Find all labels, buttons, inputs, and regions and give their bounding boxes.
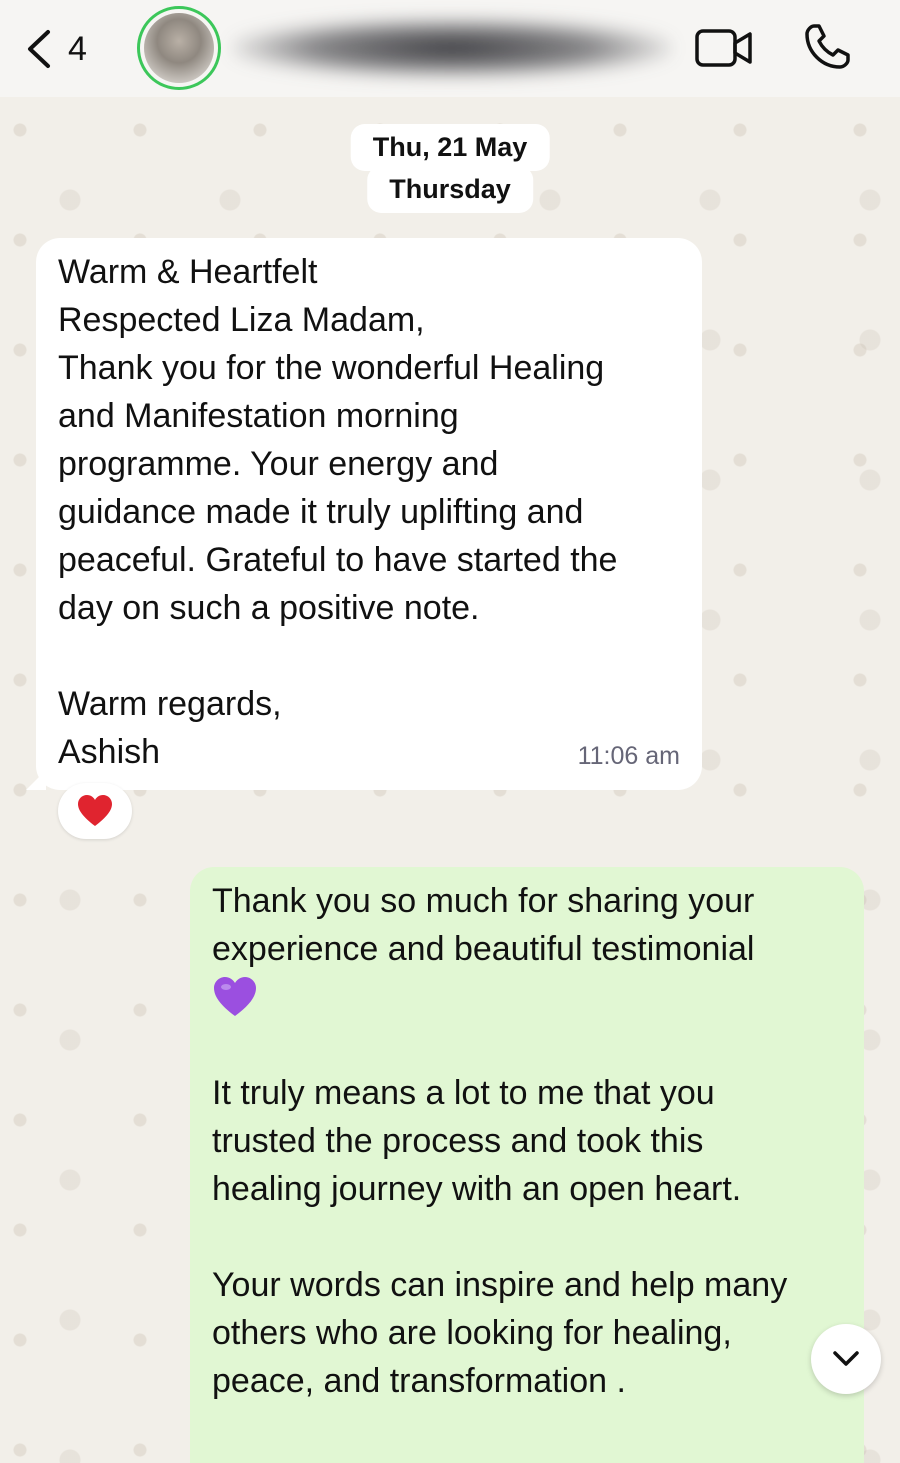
message-line: Thank you for the wonderful Healing (58, 349, 605, 387)
message-line: and Manifestation morning (58, 397, 459, 435)
message-line: Your words can inspire and help many (212, 1266, 788, 1304)
date-separator: Thu, 21 May (350, 124, 550, 171)
chat-header: 4 (0, 0, 900, 97)
message-line: healing journey with an open heart. (212, 1170, 742, 1208)
day-separator: Thursday (367, 166, 533, 213)
reaction-badge[interactable] (58, 783, 132, 839)
voice-call-button[interactable] (802, 22, 852, 72)
message-line: Warm & Heartfelt (58, 253, 318, 291)
message-line: others who are looking for healing, (212, 1314, 732, 1352)
video-call-button[interactable] (694, 26, 754, 70)
video-camera-icon (695, 29, 752, 67)
avatar-image (144, 13, 214, 83)
unread-count: 4 (68, 29, 87, 68)
scroll-to-bottom-button[interactable] (811, 1324, 881, 1394)
message-line: trusted the process and took this (212, 1122, 704, 1160)
message-line: Respected Liza Madam, (58, 301, 425, 339)
message-timestamp: 11:06 am (577, 742, 680, 770)
message-line: Warm regards, (58, 685, 282, 723)
avatar[interactable] (137, 6, 221, 90)
message-line: peace, and transformation . (212, 1362, 626, 1400)
message-line: peaceful. Grateful to have started the (58, 541, 618, 579)
contact-name-blurred[interactable] (232, 18, 672, 78)
incoming-message[interactable]: Warm & Heartfelt Respected Liza Madam, T… (26, 238, 702, 790)
message-line: programme. Your energy and (58, 445, 499, 483)
purple-heart-icon (214, 977, 256, 1016)
message-line: experience and beautiful testimonial (212, 930, 755, 968)
purple-heart-emoji (212, 973, 842, 1021)
chevron-down-icon (833, 1351, 859, 1366)
message-line: day on such a positive note. (58, 589, 480, 627)
phone-icon (805, 24, 850, 69)
back-button[interactable]: 4 (24, 26, 104, 72)
chevron-left-icon (28, 30, 50, 68)
outgoing-message[interactable]: Thank you so much for sharing your exper… (190, 867, 864, 1463)
message-line: Thank you so much for sharing your (212, 882, 755, 920)
message-line: It truly means a lot to me that you (212, 1074, 715, 1112)
red-heart-icon (78, 795, 112, 826)
message-line: guidance made it truly uplifting and (58, 493, 584, 531)
